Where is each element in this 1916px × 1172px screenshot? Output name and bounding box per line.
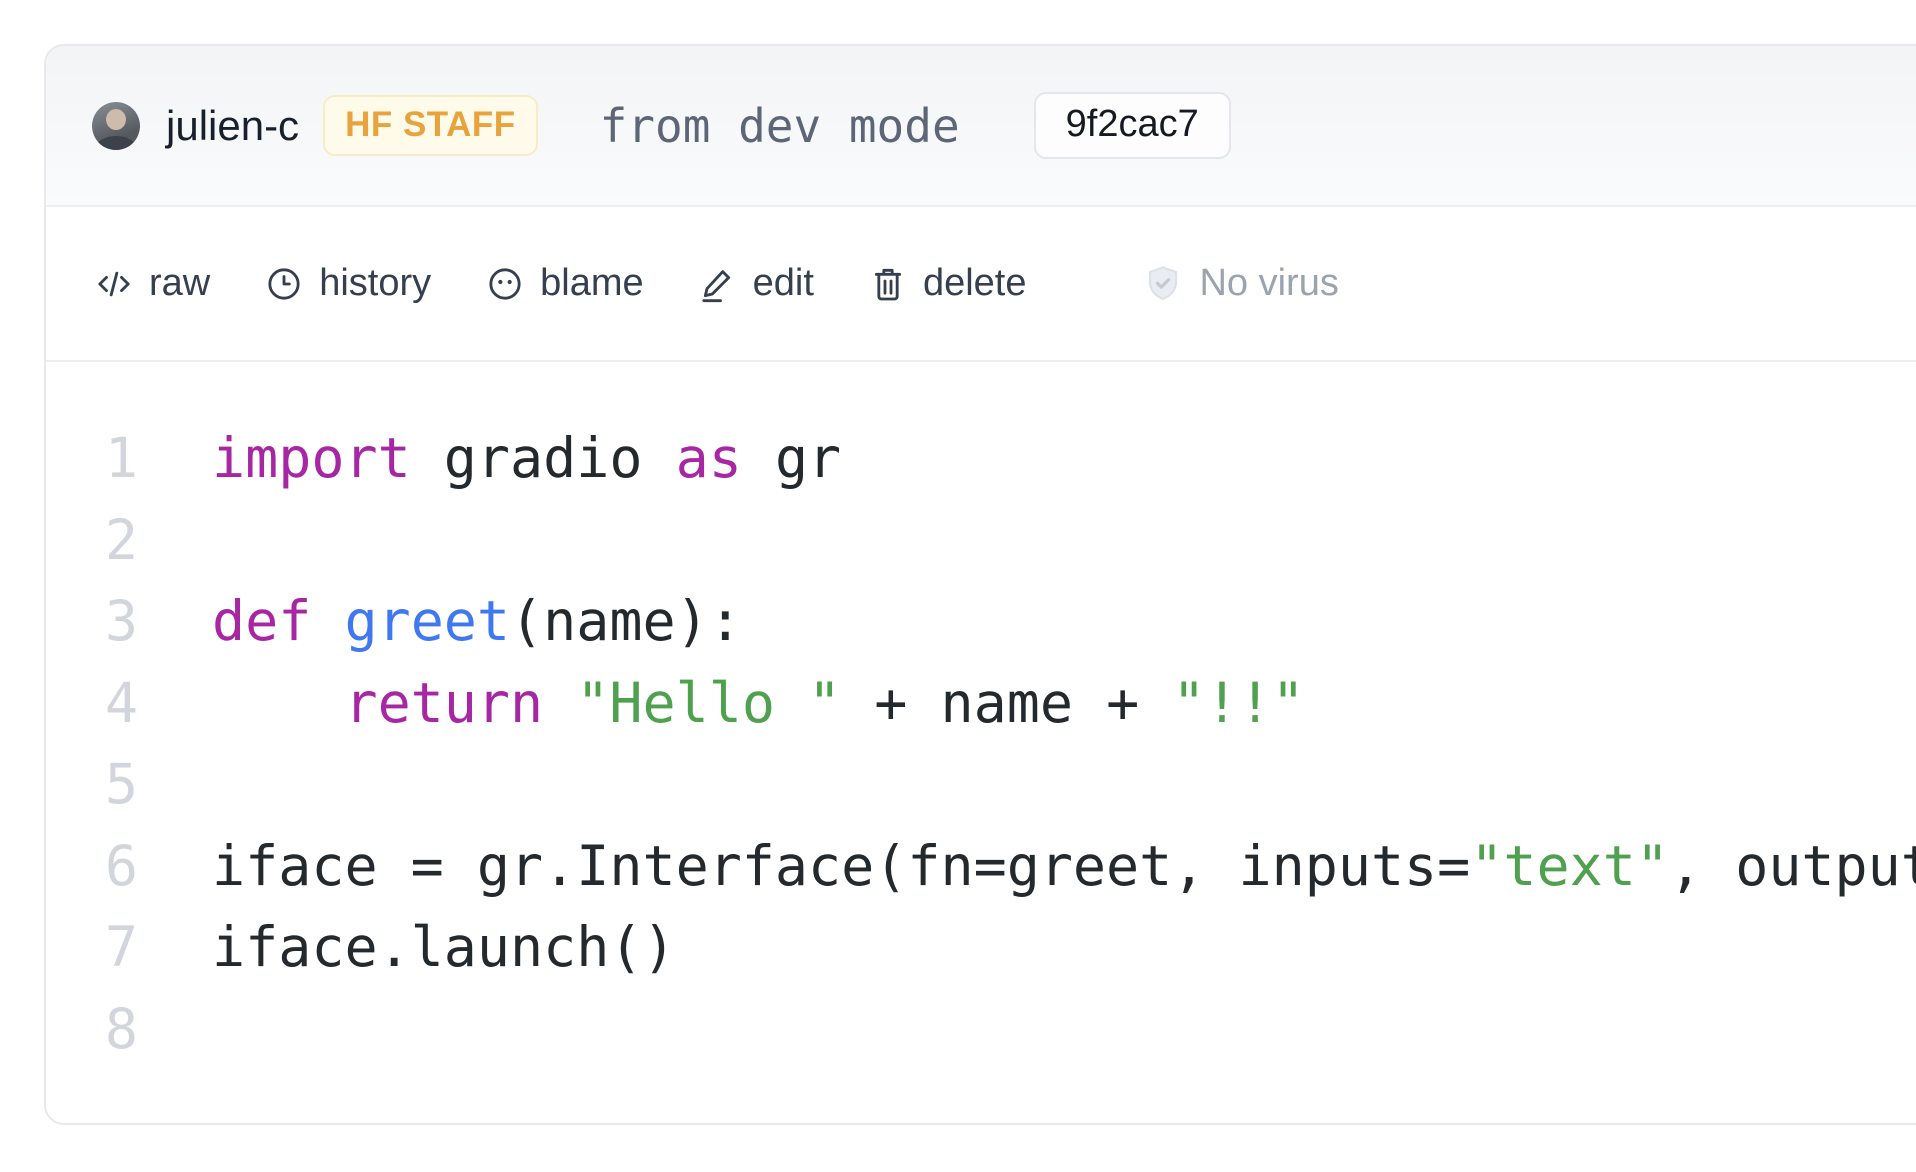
blame-label: blame: [540, 262, 644, 305]
raw-button[interactable]: raw: [94, 262, 210, 305]
clock-icon: [264, 264, 304, 304]
code-text: iface = gr.Interface(fn=greet, inputs="t…: [138, 826, 1916, 908]
virus-status: No virus: [1142, 262, 1338, 305]
code-line: 6iface = gr.Interface(fn=greet, inputs="…: [46, 826, 1916, 908]
code-brackets-icon: [94, 264, 134, 304]
code-line: 8: [46, 989, 1916, 1071]
edit-button[interactable]: edit: [698, 262, 814, 305]
code-text: [138, 744, 245, 826]
delete-label: delete: [923, 262, 1027, 305]
code-text: iface.launch(): [138, 907, 676, 989]
blame-button[interactable]: blame: [485, 262, 644, 305]
line-number[interactable]: 5: [46, 744, 138, 826]
shield-check-icon: [1142, 263, 1184, 305]
line-number[interactable]: 6: [46, 826, 138, 908]
code-viewer: 1import gradio as gr2 3def greet(name):4…: [46, 360, 1916, 1070]
code-lines: 1import gradio as gr2 3def greet(name):4…: [46, 418, 1916, 1070]
history-label: history: [319, 262, 431, 305]
line-number[interactable]: 1: [46, 418, 138, 500]
commit-author-link[interactable]: julien-c: [166, 102, 299, 150]
history-button[interactable]: history: [264, 262, 431, 305]
code-line: 1import gradio as gr: [46, 418, 1916, 500]
edit-label: edit: [753, 262, 814, 305]
delete-button[interactable]: delete: [868, 262, 1027, 305]
blame-face-icon: [485, 264, 525, 304]
line-number[interactable]: 7: [46, 907, 138, 989]
avatar[interactable]: [92, 102, 140, 150]
file-toolbar: raw history blame: [46, 207, 1916, 360]
line-number[interactable]: 3: [46, 581, 138, 663]
code-line: 7iface.launch(): [46, 907, 1916, 989]
commit-message: from dev mode: [600, 99, 960, 153]
raw-label: raw: [149, 262, 210, 305]
code-text: import gradio as gr: [138, 418, 841, 500]
code-line: 2: [46, 500, 1916, 582]
code-line: 5: [46, 744, 1916, 826]
code-text: return "Hello " + name + "!!": [138, 663, 1305, 745]
commit-hash-button[interactable]: 9f2cac7: [1034, 92, 1231, 159]
hf-staff-badge: HF STAFF: [323, 95, 538, 156]
line-number[interactable]: 4: [46, 663, 138, 745]
file-viewer-card: julien-c HF STAFF from dev mode 9f2cac7 …: [44, 44, 1916, 1125]
line-number[interactable]: 2: [46, 500, 138, 582]
trash-icon: [868, 264, 908, 304]
code-line: 4 return "Hello " + name + "!!": [46, 663, 1916, 745]
code-text: [138, 989, 245, 1071]
virus-status-label: No virus: [1199, 262, 1338, 305]
pencil-icon: [698, 264, 738, 304]
line-number[interactable]: 8: [46, 989, 138, 1071]
commit-header: julien-c HF STAFF from dev mode 9f2cac7: [46, 46, 1916, 207]
code-line: 3def greet(name):: [46, 581, 1916, 663]
code-text: def greet(name):: [138, 581, 742, 663]
code-text: [138, 500, 245, 582]
